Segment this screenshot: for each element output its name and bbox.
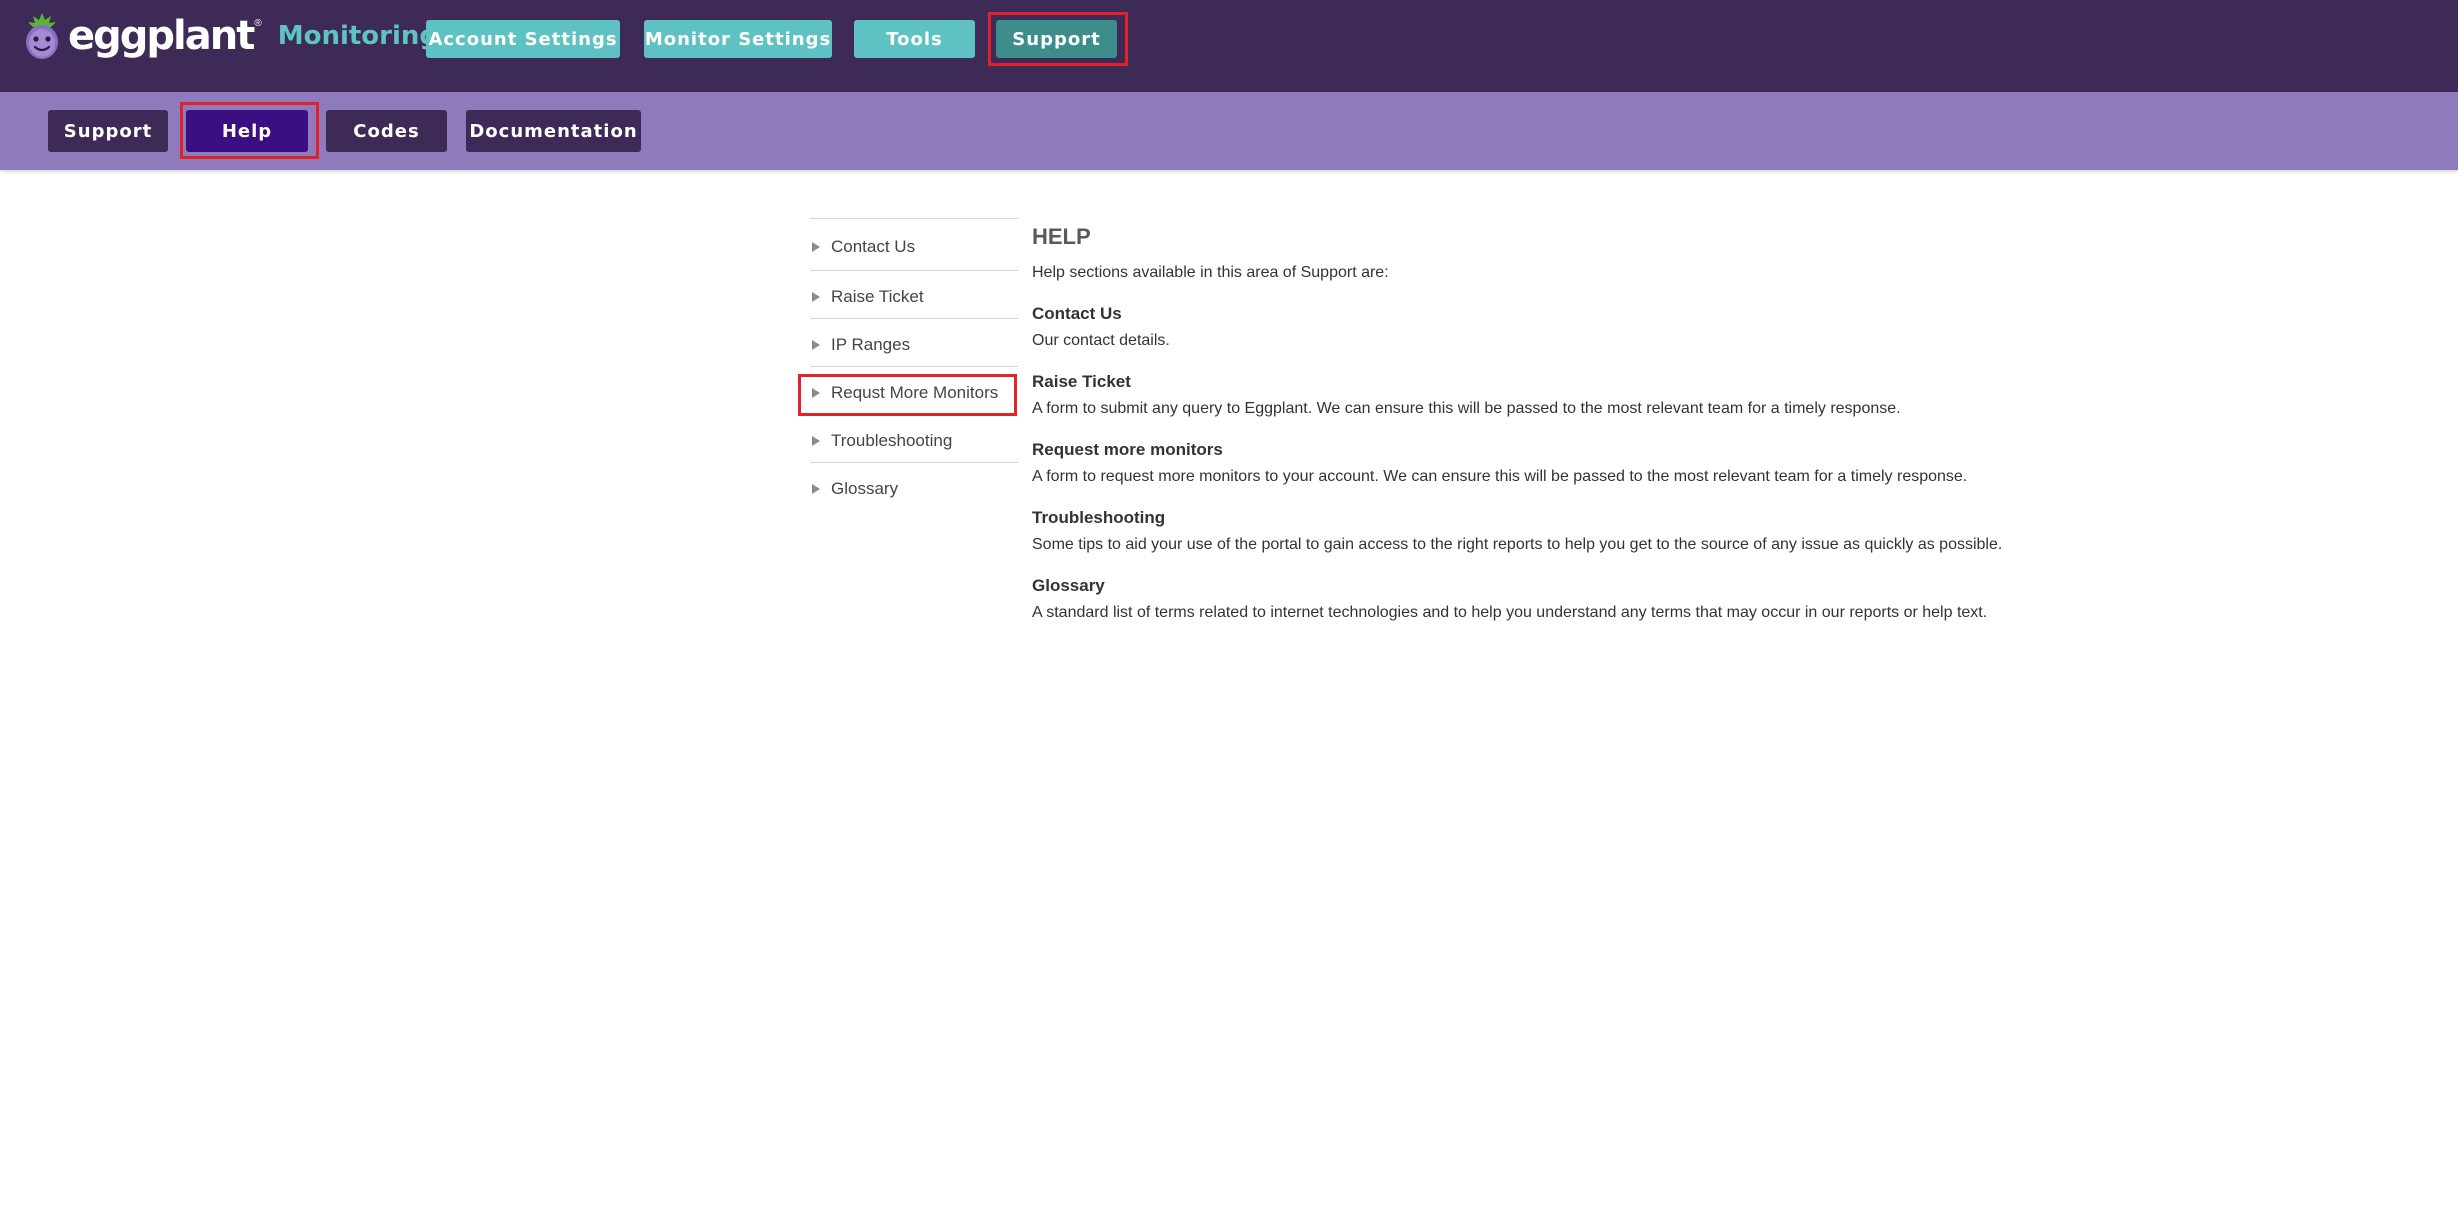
- arrow-right-icon: [812, 291, 820, 302]
- arrow-right-icon: [812, 387, 820, 398]
- help-content: HELP Help sections available in this are…: [1032, 220, 2232, 624]
- section-description: A form to submit any query to Eggplant. …: [1032, 400, 1901, 417]
- subnav-documentation-button[interactable]: Documentation: [466, 110, 641, 152]
- eggplant-logo-icon: [26, 13, 58, 59]
- help-section-glossary: Glossary A standard list of terms relate…: [1032, 575, 2232, 624]
- monitor-settings-button[interactable]: Monitor Settings: [644, 20, 832, 58]
- sidebar-item-label: Requst More Monitors: [831, 382, 999, 402]
- sidebar-item-raise-ticket[interactable]: Raise Ticket: [810, 270, 1018, 318]
- subnav-codes-button[interactable]: Codes: [326, 110, 447, 152]
- arrow-right-icon: [812, 241, 820, 252]
- logo[interactable]: eggplant ® Monitoring: [20, 10, 438, 62]
- account-settings-button[interactable]: Account Settings: [426, 20, 620, 58]
- sidebar-item-label: Contact Us: [831, 236, 916, 256]
- section-title: Troubleshooting: [1032, 508, 1166, 527]
- sub-navigation: Support Help Codes Documentation: [0, 92, 2458, 170]
- arrow-right-icon: [812, 435, 820, 446]
- section-title: Request more monitors: [1032, 440, 1223, 459]
- tools-button[interactable]: Tools: [854, 20, 975, 58]
- support-button[interactable]: Support: [996, 20, 1117, 58]
- sidebar-item-label: Troubleshooting: [831, 430, 953, 450]
- section-title: Contact Us: [1032, 304, 1122, 323]
- section-title: Glossary: [1032, 576, 1105, 595]
- sidebar-item-troubleshooting[interactable]: Troubleshooting: [810, 414, 1018, 462]
- help-sidebar: Contact Us Raise Ticket IP Ranges Requst…: [810, 218, 1018, 510]
- page-title: HELP: [1032, 224, 1091, 249]
- sidebar-item-ip-ranges[interactable]: IP Ranges: [810, 318, 1018, 366]
- product-name: Monitoring: [277, 21, 439, 51]
- help-section-raise-ticket: Raise Ticket A form to submit any query …: [1032, 371, 2232, 420]
- section-description: Some tips to aid your use of the portal …: [1032, 536, 2003, 553]
- sidebar-item-label: IP Ranges: [831, 334, 911, 354]
- subnav-help-button[interactable]: Help: [186, 110, 308, 152]
- sidebar-item-label: Raise Ticket: [831, 286, 924, 306]
- sidebar-item-glossary[interactable]: Glossary: [810, 462, 1018, 510]
- sidebar-item-label: Glossary: [831, 478, 899, 498]
- logo-registered-mark: ®: [254, 18, 262, 29]
- section-description: A form to request more monitors to your …: [1032, 468, 1968, 485]
- top-header: eggplant ® Monitoring Account Settings M…: [0, 0, 2458, 92]
- section-description: Our contact details.: [1032, 332, 1170, 349]
- sidebar-item-request-more-monitors[interactable]: Requst More Monitors: [810, 366, 1018, 414]
- logo-wordmark: eggplant: [68, 13, 255, 59]
- arrow-right-icon: [812, 339, 820, 350]
- sidebar-item-contact-us[interactable]: Contact Us: [810, 218, 1018, 270]
- section-title: Raise Ticket: [1032, 372, 1131, 391]
- help-section-contact-us: Contact Us Our contact details.: [1032, 303, 2232, 352]
- intro-text: Help sections available in this area of …: [1032, 264, 1389, 281]
- subnav-support-button[interactable]: Support: [48, 110, 168, 152]
- arrow-right-icon: [812, 483, 820, 494]
- help-section-request-more-monitors: Request more monitors A form to request …: [1032, 439, 2232, 488]
- section-description: A standard list of terms related to inte…: [1032, 604, 1988, 621]
- help-section-troubleshooting: Troubleshooting Some tips to aid your us…: [1032, 507, 2232, 556]
